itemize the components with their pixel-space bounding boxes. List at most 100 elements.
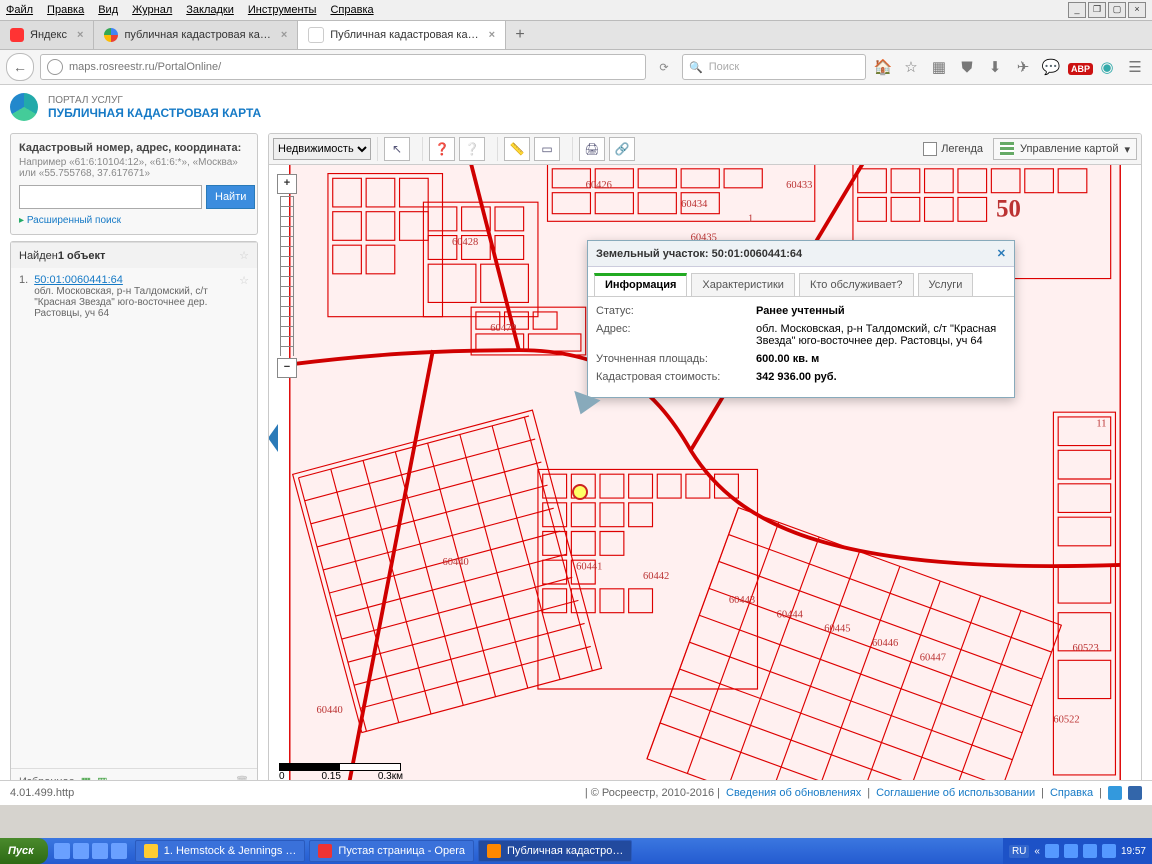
star-icon[interactable]: ☆ — [239, 249, 249, 262]
send-icon[interactable]: ✈ — [1012, 58, 1034, 76]
chat-icon[interactable]: 💬 — [1040, 58, 1062, 76]
legend-toggle[interactable]: Легенда — [923, 142, 983, 156]
downloads-icon[interactable]: ⬇ — [984, 58, 1006, 76]
close-icon[interactable]: × — [489, 29, 495, 41]
selected-parcel-marker[interactable] — [572, 484, 588, 500]
portal-subtitle: ПОРТАЛ УСЛУГ — [48, 95, 261, 106]
address-bar[interactable]: maps.rosreestr.ru/PortalOnline/ — [40, 54, 646, 80]
tray-icon[interactable] — [1064, 844, 1078, 858]
measure-tool-icon[interactable]: 📏 — [504, 137, 530, 161]
close-icon[interactable]: × — [281, 29, 287, 41]
zoom-slider[interactable]: + − — [277, 174, 297, 378]
twitter-icon[interactable] — [1108, 786, 1122, 800]
map-area[interactable]: Недвижимость ↖ ❓❔ 📏▭ 🖨🔗 Легенда Управлен… — [268, 133, 1142, 795]
browser-search-input[interactable]: 🔍 Поиск — [682, 54, 866, 80]
popup-title: Земельный участок: 50:01:0060441:64 — [596, 248, 802, 260]
layer-select[interactable]: Недвижимость — [273, 138, 371, 160]
ql-icon[interactable] — [54, 843, 70, 859]
clock[interactable]: 19:57 — [1121, 846, 1146, 857]
tab-label: публичная кадастровая ка… — [124, 29, 270, 41]
tray-icon[interactable] — [1083, 844, 1097, 858]
ql-icon[interactable] — [111, 843, 127, 859]
terms-link[interactable]: Соглашение об использовании — [876, 787, 1035, 799]
reload-button[interactable]: ⟳ — [652, 61, 676, 74]
lang-indicator[interactable]: RU — [1009, 845, 1029, 858]
taskbar-item[interactable]: 1. Hemstock & Jennings … — [135, 840, 306, 862]
quick-launch — [48, 843, 133, 859]
bookmark-star-icon[interactable]: ☆ — [900, 58, 922, 76]
abp-icon[interactable]: ABP — [1068, 59, 1090, 76]
browser-tabstrip: Яндекс× публичная кадастровая ка… × Публи… — [0, 21, 1152, 50]
close-icon[interactable]: × — [77, 29, 83, 41]
pocket-icon[interactable]: ⛊ — [956, 59, 978, 76]
new-tab-button[interactable]: + — [506, 21, 534, 49]
star-icon[interactable]: ☆ — [239, 274, 249, 319]
map-control-button[interactable]: Управление картой▾ — [993, 138, 1137, 160]
popup-body[interactable]: Статус:Ранее учтенный Адрес:обл. Московс… — [588, 296, 1014, 397]
menu-file[interactable]: Файл — [6, 4, 33, 16]
popup-close-icon[interactable]: ✕ — [997, 247, 1006, 260]
menu-edit[interactable]: Правка — [47, 4, 84, 16]
start-button[interactable]: Пуск — [0, 838, 48, 864]
zoom-in-button[interactable]: + — [277, 174, 297, 194]
link-tool-icon[interactable]: 🔗 — [609, 137, 635, 161]
globe-icon — [47, 59, 63, 75]
facebook-icon[interactable] — [1128, 786, 1142, 800]
menu-help[interactable]: Справка — [330, 4, 373, 16]
tab-google-search[interactable]: публичная кадастровая ка… × — [94, 21, 298, 49]
window-minimize-button[interactable]: _ — [1068, 2, 1086, 18]
result-item[interactable]: 1. 50:01:0060441:64 обл. Московская, р-н… — [19, 274, 249, 319]
window-close-button[interactable]: × — [1128, 2, 1146, 18]
menu-tools[interactable]: Инструменты — [248, 4, 317, 16]
google-icon — [104, 28, 118, 42]
magnifier-icon: 🔍 — [689, 61, 703, 74]
help-link[interactable]: Справка — [1050, 787, 1093, 799]
os-taskbar: Пуск 1. Hemstock & Jennings … Пустая стр… — [0, 838, 1152, 864]
rosreestr-logo-icon — [10, 93, 38, 121]
taskbar-item[interactable]: Пустая страница - Opera — [309, 840, 474, 862]
back-button[interactable]: ← — [6, 53, 34, 81]
scale-bar: 00.150.3км — [279, 763, 403, 782]
taskbar-item[interactable]: Публичная кадастро… — [478, 840, 632, 862]
zoom-out-button[interactable]: − — [277, 358, 297, 378]
result-cadastral-link[interactable]: 50:01:0060441:64 — [34, 274, 123, 286]
advanced-search-link[interactable]: Расширенный поиск — [19, 215, 249, 226]
window-maximize-button[interactable]: ▢ — [1108, 2, 1126, 18]
search-placeholder: Поиск — [709, 61, 739, 73]
tab-characteristics[interactable]: Характеристики — [691, 273, 795, 296]
tray-icon[interactable] — [1102, 844, 1116, 858]
library-icon[interactable]: ▦ — [928, 58, 950, 76]
tab-who-serves[interactable]: Кто обслуживает? — [799, 273, 914, 296]
menu-bookmarks[interactable]: Закладки — [186, 4, 234, 16]
info-tool-icon[interactable]: ❓ — [429, 137, 455, 161]
home-icon[interactable]: 🏠 — [872, 58, 894, 76]
help-tool-icon[interactable]: ❔ — [459, 137, 485, 161]
print-tool-icon[interactable]: 🖨 — [579, 137, 605, 161]
window-restore-button[interactable]: ❐ — [1088, 2, 1106, 18]
ql-icon[interactable] — [92, 843, 108, 859]
map-label: 60441 — [576, 562, 602, 573]
menu-history[interactable]: Журнал — [132, 4, 172, 16]
pointer-tool-icon[interactable]: ↖ — [384, 137, 410, 161]
map-toolbar: Недвижимость ↖ ❓❔ 📏▭ 🖨🔗 Легенда Управлен… — [269, 134, 1141, 165]
area-tool-icon[interactable]: ▭ — [534, 137, 560, 161]
updates-link[interactable]: Сведения об обновлениях — [726, 787, 861, 799]
url-text: maps.rosreestr.ru/PortalOnline/ — [69, 61, 221, 73]
shield-icon[interactable]: ◉ — [1096, 58, 1118, 76]
hamburger-icon[interactable]: ☰ — [1124, 58, 1146, 76]
tray-icon[interactable] — [1045, 844, 1059, 858]
tab-yandex[interactable]: Яндекс× — [0, 21, 94, 49]
tray-expand-icon[interactable]: « — [1034, 846, 1040, 857]
zoom-track[interactable] — [280, 196, 294, 356]
grid-icon — [1000, 142, 1014, 156]
menu-view[interactable]: Вид — [98, 4, 118, 16]
row-value: 342 936.00 руб. — [756, 371, 1006, 383]
cadastral-search-input[interactable] — [19, 185, 202, 209]
search-button[interactable]: Найти — [206, 185, 255, 209]
map-label: 60479 — [490, 323, 516, 334]
tab-rosreestr[interactable]: Публичная кадастровая ка…× — [298, 21, 506, 49]
ql-icon[interactable] — [73, 843, 89, 859]
tab-services[interactable]: Услуги — [918, 273, 974, 296]
tab-info[interactable]: Информация — [594, 273, 687, 296]
result-number: 1. — [19, 274, 28, 319]
